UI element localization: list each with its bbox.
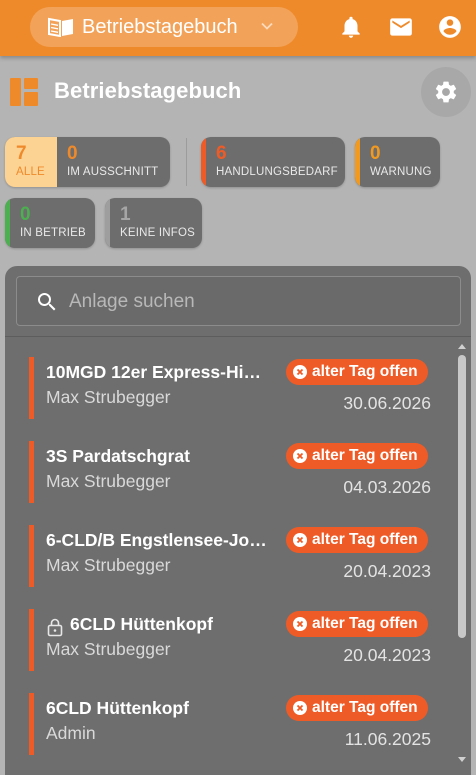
scrollbar-thumb[interactable] [458,355,466,638]
installations-card: 10MGD 12er Express-Hintertux Max Strubegg… [5,266,471,775]
mail-icon[interactable] [388,14,414,40]
installation-date: 04.03.2026 [343,477,431,497]
close-circle-icon [293,449,307,463]
settings-button[interactable] [421,67,471,117]
installation-date: 20.04.2023 [343,645,431,665]
filter-in-view-label: IM AUSSCHNITT [67,166,159,178]
installation-row[interactable]: 3S Pardatschgrat Max Strubegger alter Tag … [29,441,434,503]
filter-no-info-stripe [105,198,110,248]
diary-logo-icon [10,78,38,106]
installation-date: 11.06.2025 [344,729,431,749]
filter-action-stripe [201,137,206,187]
status-badge: alter Tag offen [286,695,428,721]
chevron-down-icon [261,22,273,30]
installation-name: 10MGD 12er Express-Hintertux [46,362,271,382]
close-circle-icon [293,533,307,547]
filter-running-label: IN BETRIEB [20,227,86,239]
filter-warning-stripe [355,137,360,187]
list-separator [5,336,471,337]
status-bar [29,357,34,419]
status-badge: alter Tag offen [286,611,428,637]
installation-date: 20.04.2023 [343,561,431,581]
status-bar [29,609,34,671]
status-badge-label: alter Tag offen [312,447,418,464]
page-title: Betriebstagebuch [54,78,242,103]
installation-row[interactable]: 6CLD Hüttenkopf Admin alter Tag offen 11.06… [29,693,434,755]
scroll-down-arrow-icon[interactable] [456,755,468,765]
top-app-bar: Betriebstagebuch [0,0,476,56]
installation-owner: Max Strubegger [46,471,171,491]
account-icon[interactable] [437,14,463,40]
filter-no-info-count: 1 [120,204,131,225]
filter-chip-warning[interactable]: 0 WARNUNG [355,137,440,187]
lock-icon [47,618,63,637]
installation-name: 3S Pardatschgrat [46,446,190,466]
filter-all-count: 7 [16,143,27,164]
filter-chip-all[interactable]: 7 ALLE 0 IM AUSSCHNITT [5,137,170,187]
search-box[interactable] [16,276,461,326]
status-bar [29,693,34,755]
app-switcher-label: Betriebstagebuch [82,15,238,38]
filter-action-count: 6 [216,143,227,164]
installation-owner: Max Strubegger [46,639,171,659]
filter-divider [186,138,187,186]
filter-running-stripe [5,198,10,248]
filter-all-segment[interactable]: 7 ALLE [5,137,57,187]
scroll-up-arrow-icon[interactable] [456,341,468,351]
installation-date: 30.06.2026 [343,393,431,413]
filter-no-info-label: KEINE INFOS [120,227,196,239]
status-badge: alter Tag offen [286,359,428,385]
filter-chip-running[interactable]: 0 IN BETRIEB [5,198,95,248]
installation-owner: Max Strubegger [46,387,171,407]
installation-name: 6-CLD/B Engstlensee-Jochpass [46,530,271,550]
bell-icon[interactable] [338,14,364,40]
gear-icon [435,81,457,103]
installation-name: 6CLD Hüttenkopf [46,698,189,718]
close-circle-icon [293,701,307,715]
filter-chip-action-required[interactable]: 6 HANDLUNGSBEDARF [201,137,345,187]
status-badge: alter Tag offen [286,443,428,469]
close-circle-icon [293,617,307,631]
filter-in-view-count: 0 [67,143,78,164]
status-badge-label: alter Tag offen [312,699,418,716]
status-bar [29,441,34,503]
installation-row[interactable]: 6-CLD/B Engstlensee-Jochpass Max Strubegg… [29,525,434,587]
status-badge: alter Tag offen [286,527,428,553]
close-circle-icon [293,365,307,379]
installation-name: 6CLD Hüttenkopf [70,614,213,634]
installation-owner: Max Strubegger [46,555,171,575]
status-badge-label: alter Tag offen [312,531,418,548]
book-icon [48,17,73,37]
filter-chip-no-info[interactable]: 1 KEINE INFOS [105,198,202,248]
app-switcher-button[interactable]: Betriebstagebuch [30,7,298,47]
filter-all-label: ALLE [16,166,45,178]
installation-row[interactable]: 6CLD Hüttenkopf Max Strubegger alter Tag o… [29,609,434,671]
filter-warning-count: 0 [370,143,381,164]
installation-row[interactable]: 10MGD 12er Express-Hintertux Max Strubegg… [29,357,434,419]
search-input[interactable] [69,287,449,317]
status-bar [29,525,34,587]
filter-running-count: 0 [20,204,31,225]
search-icon [38,293,56,311]
status-badge-label: alter Tag offen [312,615,418,632]
installation-owner: Admin [46,723,96,743]
filter-warning-label: WARNUNG [370,166,432,178]
status-badge-label: alter Tag offen [312,363,418,380]
filter-action-label: HANDLUNGSBEDARF [216,166,338,178]
